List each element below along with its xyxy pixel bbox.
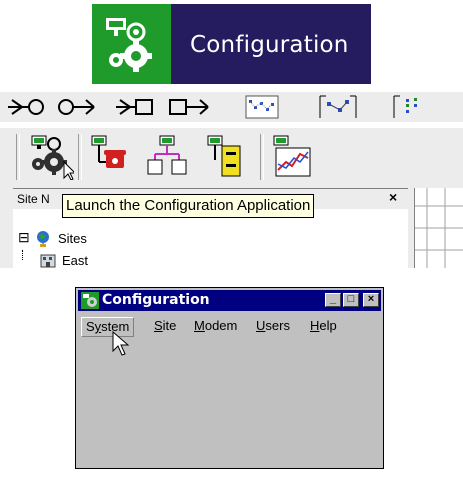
configuration-banner: Configuration bbox=[92, 4, 371, 84]
tree-item-label: Sites bbox=[58, 231, 87, 246]
menu-mnemonic: U bbox=[256, 318, 266, 333]
window-title: Configuration bbox=[102, 292, 210, 308]
dotted-network-icon[interactable] bbox=[244, 94, 280, 120]
configuration-window: Configuration _ □ × System Site Modem Us… bbox=[75, 287, 384, 469]
modem-network-icon[interactable] bbox=[146, 132, 192, 180]
menu-label-part: ite bbox=[162, 318, 177, 333]
minimize-button[interactable]: _ bbox=[325, 293, 341, 307]
building-icon bbox=[40, 252, 56, 268]
launch-tooltip: Launch the Configuration Application bbox=[62, 194, 315, 218]
connector-circle-arrow-icon[interactable] bbox=[56, 94, 102, 120]
toolbar-top bbox=[0, 92, 463, 122]
menu-site[interactable]: Site bbox=[150, 317, 180, 335]
connector-line-square-icon[interactable] bbox=[114, 94, 160, 120]
menu-label-part: sers bbox=[265, 318, 290, 333]
toolbar-separator bbox=[260, 134, 264, 180]
network-gear-icon bbox=[106, 18, 152, 72]
site-panel-title: Site N bbox=[17, 192, 50, 206]
toolbar-separator bbox=[16, 134, 20, 180]
window-titlebar[interactable]: Configuration _ □ × bbox=[78, 290, 381, 311]
grid-pane bbox=[414, 188, 463, 268]
modem-file-icon[interactable] bbox=[204, 132, 250, 180]
menu-mnemonic: S bbox=[154, 318, 163, 333]
app-icon bbox=[81, 292, 99, 314]
menu-label-part: odem bbox=[204, 318, 238, 333]
menu-label-part: elp bbox=[319, 318, 337, 333]
mouse-cursor-icon bbox=[112, 330, 130, 362]
network-grid-icon[interactable] bbox=[392, 94, 432, 120]
menu-users[interactable]: Users bbox=[252, 317, 294, 335]
close-button[interactable]: × bbox=[363, 293, 379, 307]
banner-title: Configuration bbox=[190, 32, 349, 58]
site-panel-close-icon[interactable]: × bbox=[389, 189, 397, 205]
tree-collapse-icon[interactable]: ⊟ bbox=[18, 229, 30, 246]
tree-item-label: East Hall bbox=[62, 253, 89, 268]
network-nodes-icon[interactable] bbox=[318, 94, 358, 120]
toolbar-main bbox=[16, 128, 346, 188]
menu-mnemonic: H bbox=[310, 318, 320, 333]
globe-icon bbox=[36, 230, 50, 251]
modem-chart-icon[interactable] bbox=[270, 132, 316, 180]
modem-phone-icon[interactable] bbox=[88, 132, 134, 180]
banner-icon-box bbox=[92, 4, 171, 84]
connector-line-circle-icon[interactable] bbox=[6, 94, 46, 120]
menu-modem[interactable]: Modem bbox=[190, 317, 241, 335]
main-toolbar-area: Site N × ⊟ Sites East Hall Launch the Co… bbox=[0, 128, 463, 268]
menu-label-part: S bbox=[86, 319, 95, 334]
menu-help[interactable]: Help bbox=[306, 317, 341, 335]
maximize-button[interactable]: □ bbox=[343, 293, 359, 307]
connector-square-arrow-icon[interactable] bbox=[168, 94, 214, 120]
tree-connector bbox=[22, 250, 24, 260]
configuration-gear-icon[interactable] bbox=[28, 132, 77, 181]
toolbar-separator bbox=[78, 134, 82, 180]
menu-mnemonic: M bbox=[194, 318, 205, 333]
